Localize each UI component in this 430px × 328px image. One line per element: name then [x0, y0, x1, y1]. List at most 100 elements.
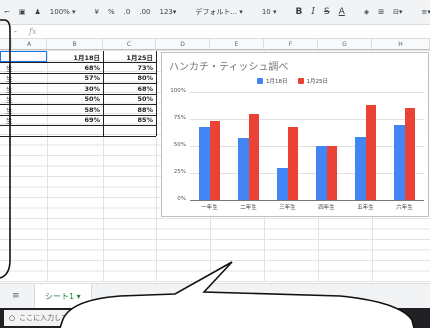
fx-icon: fx	[28, 27, 37, 36]
cell-c1[interactable]: 1月25日	[103, 52, 156, 62]
chart-bar-1[interactable]	[394, 125, 405, 200]
increase-decimal-button[interactable]: .00	[136, 3, 153, 21]
cell-b7[interactable]: 69%	[47, 115, 103, 125]
strikethrough-button[interactable]: S	[321, 3, 333, 21]
selected-cell[interactable]	[0, 51, 47, 62]
cell-b3[interactable]: 57%	[47, 73, 103, 83]
chart-bar-2[interactable]	[248, 113, 259, 200]
chart-title: ハンカチ・ティッシュ調べ	[169, 62, 289, 73]
font-size-select[interactable]: 10 ▾	[259, 3, 280, 21]
align-icon[interactable]: ≡▾	[418, 3, 430, 21]
cell-a2[interactable]: 生	[6, 63, 13, 73]
column-header-h[interactable]: H	[372, 39, 430, 50]
legend-swatch-series-2	[297, 78, 304, 84]
chart-bar-2[interactable]	[287, 126, 298, 200]
column-header-g[interactable]: G	[318, 39, 372, 50]
more-formats-select[interactable]: 123 ▾	[157, 3, 180, 21]
mail-icon[interactable]: ✉	[251, 312, 263, 324]
text-color-button[interactable]: A	[336, 3, 348, 21]
chart-legend: 1月18日 1月25日	[257, 77, 328, 85]
merge-cells-icon[interactable]: ⊟▾	[390, 3, 405, 21]
fill-color-icon[interactable]: ◈	[361, 3, 372, 21]
cell-c3[interactable]: 80%	[103, 73, 156, 83]
percent-button[interactable]: %	[105, 3, 118, 21]
chart-bar-1[interactable]	[199, 126, 210, 200]
formula-bar[interactable]: - fx	[0, 25, 430, 39]
x-tick-label: 一年生	[201, 205, 218, 211]
column-header-b[interactable]: B	[47, 39, 103, 50]
cell-c4[interactable]: 68%	[103, 84, 156, 94]
embedded-chart[interactable]: ハンカチ・ティッシュ調べ 1月18日 1月25日 100% 75% 50% 25% 0%…	[161, 52, 429, 217]
cell-a5[interactable]: 生	[6, 94, 13, 104]
task-view-icon[interactable]: ❐	[207, 312, 219, 324]
app-icon[interactable]: ◧	[383, 312, 395, 324]
edge-browser-icon[interactable]: ◐	[295, 312, 307, 324]
column-header-c[interactable]: C	[103, 39, 156, 50]
cell-b1[interactable]: 1月18日	[47, 52, 103, 62]
more-formats-label: 123	[159, 8, 173, 16]
cell-a7[interactable]: 生	[6, 115, 13, 125]
chart-bar-1[interactable]	[277, 167, 288, 200]
cell-a6[interactable]: 生	[6, 105, 13, 115]
chart-bar-1[interactable]	[238, 138, 249, 200]
cell-a3[interactable]: 生	[6, 73, 13, 83]
app-icon[interactable]: ▦	[273, 312, 285, 324]
table-border	[0, 135, 156, 137]
chart-gridline	[190, 200, 424, 201]
chart-bar-2[interactable]	[209, 121, 220, 200]
sheet-tab-bar: ≡ シート1 ▾	[0, 283, 430, 309]
taskbar-search-placeholder: ここに入力して検索	[19, 314, 82, 322]
print-icon[interactable]: ▣	[16, 3, 29, 21]
y-tick-label: 0%	[177, 196, 186, 202]
format-brush-icon[interactable]: ♟	[32, 3, 44, 21]
zoom-select[interactable]: 100% ▾	[47, 3, 79, 21]
font-size-label: 10	[261, 8, 271, 16]
table-border	[156, 51, 157, 136]
cell-c2[interactable]: 73%	[103, 63, 156, 73]
name-box[interactable]: -	[14, 27, 17, 36]
y-tick-label: 75%	[173, 115, 186, 121]
taskbar-search-box[interactable]: ○ ここに入力して検索	[4, 310, 129, 326]
chart-gridline	[190, 119, 424, 120]
legend-swatch-series-1	[257, 78, 263, 84]
select-all-corner[interactable]	[0, 39, 12, 50]
x-tick-label: 四年生	[318, 205, 335, 211]
y-tick-label: 25%	[173, 169, 186, 175]
borders-icon[interactable]: ⊞	[375, 3, 387, 21]
chart-bar-2[interactable]	[404, 108, 415, 200]
sheet-tab[interactable]: シート1 ▾	[34, 283, 92, 309]
cell-c7[interactable]: 85%	[103, 115, 156, 125]
chart-gridline	[190, 146, 424, 147]
chrome-browser-icon[interactable]: ●	[361, 312, 373, 324]
spreadsheet-window: ⌐ ▣ ♟ 100% ▾ ¥ % .0 .00 123 ▾ デフォルト... ▾ …	[0, 0, 430, 328]
cell-c5[interactable]: 50%	[103, 94, 156, 104]
column-header-f[interactable]: F	[264, 39, 318, 50]
legend-label-series-1: 1月18日	[266, 79, 288, 85]
chart-bar-1[interactable]	[316, 146, 327, 200]
chart-bar-2[interactable]	[326, 146, 337, 200]
excel-icon[interactable]: ▩	[317, 312, 329, 324]
file-explorer-icon[interactable]: ▬	[229, 312, 241, 324]
cell-b4[interactable]: 30%	[47, 84, 103, 94]
cell-c6[interactable]: 88%	[103, 105, 156, 115]
cell-b5[interactable]: 50%	[47, 94, 103, 104]
paint-format-icon[interactable]: ⌐	[1, 3, 13, 21]
chart-bar-2[interactable]	[365, 104, 376, 200]
cell-a4[interactable]: 生	[6, 84, 13, 94]
legend-label-series-2: 1月25日	[306, 79, 329, 85]
decrease-decimal-button[interactable]: .0	[121, 3, 134, 21]
bold-button[interactable]: B	[293, 3, 306, 21]
cell-b6[interactable]: 58%	[47, 105, 103, 115]
column-header-a[interactable]: A	[12, 39, 47, 50]
chart-bar-1[interactable]	[355, 137, 366, 200]
italic-button[interactable]: I	[308, 3, 318, 21]
app-icon[interactable]: ▣	[339, 312, 351, 324]
y-tick-label: 50%	[173, 142, 186, 148]
cell-b2[interactable]: 68%	[47, 63, 103, 73]
all-sheets-menu-icon[interactable]: ≡	[12, 291, 20, 301]
currency-button[interactable]: ¥	[92, 3, 102, 21]
column-header-d[interactable]: D	[156, 39, 210, 50]
search-icon: ○	[9, 314, 16, 322]
column-header-e[interactable]: E	[210, 39, 264, 50]
font-select[interactable]: デフォルト... ▾	[192, 3, 245, 21]
